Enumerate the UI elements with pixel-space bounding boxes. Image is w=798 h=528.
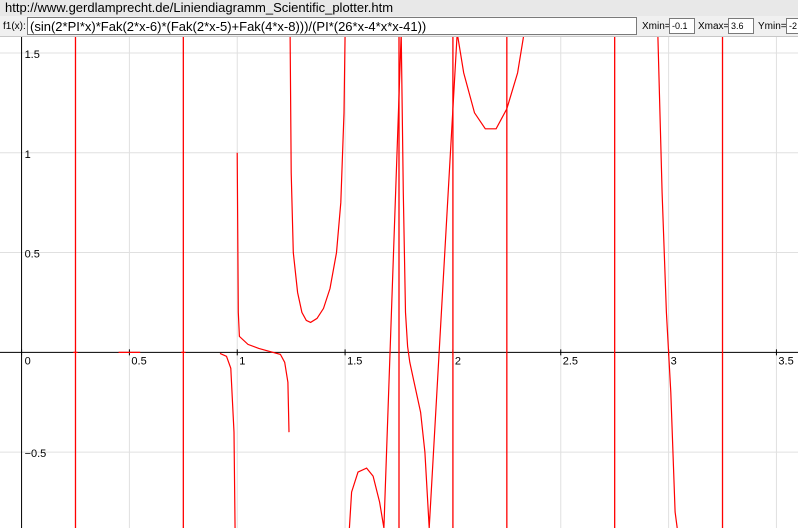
- curve-segment: [236, 152, 290, 433]
- y-tick-label: 0.5: [25, 249, 40, 261]
- y-tick-label: −0.5: [25, 448, 47, 460]
- x-tick-label: 2.5: [563, 355, 578, 367]
- browser-url-bar[interactable]: http://www.gerdlamprecht.de/Liniendiagra…: [0, 0, 798, 16]
- ymin-label: Ymin=: [758, 21, 787, 32]
- xmin-input[interactable]: [669, 18, 695, 34]
- x-tick-label: 3.5: [778, 355, 793, 367]
- curve-segment: [219, 352, 236, 528]
- y-tick-label: 1: [25, 149, 31, 161]
- y-tick-label: 1.5: [25, 49, 40, 61]
- function-label: f1(x):: [3, 21, 26, 32]
- x-tick-label: 1: [239, 355, 245, 367]
- function-toolbar: f1(x): Xmin= Xmax= Ymin=: [0, 16, 798, 37]
- curve-segment: [348, 37, 525, 528]
- xmin-label: Xmin=: [642, 21, 671, 32]
- curve-segment: [657, 37, 678, 528]
- xmax-label: Xmax=: [698, 21, 730, 32]
- ymin-input[interactable]: [786, 18, 798, 34]
- curve-segment: [289, 37, 346, 324]
- function-input[interactable]: [27, 17, 637, 35]
- x-tick-label: 2: [455, 355, 461, 367]
- plot-area[interactable]: 0 0.5 1 1.5 2 2.5 3 3.5 1.5 1 0.5 −0.5: [0, 37, 798, 528]
- url-text: http://www.gerdlamprecht.de/Liniendiagra…: [5, 0, 394, 15]
- x-tick-label: 1.5: [347, 355, 362, 367]
- x-tick-label: 0: [25, 355, 31, 367]
- x-tick-label: 3: [671, 355, 677, 367]
- x-tick-label: 0.5: [131, 355, 146, 367]
- xmax-input[interactable]: [728, 18, 754, 34]
